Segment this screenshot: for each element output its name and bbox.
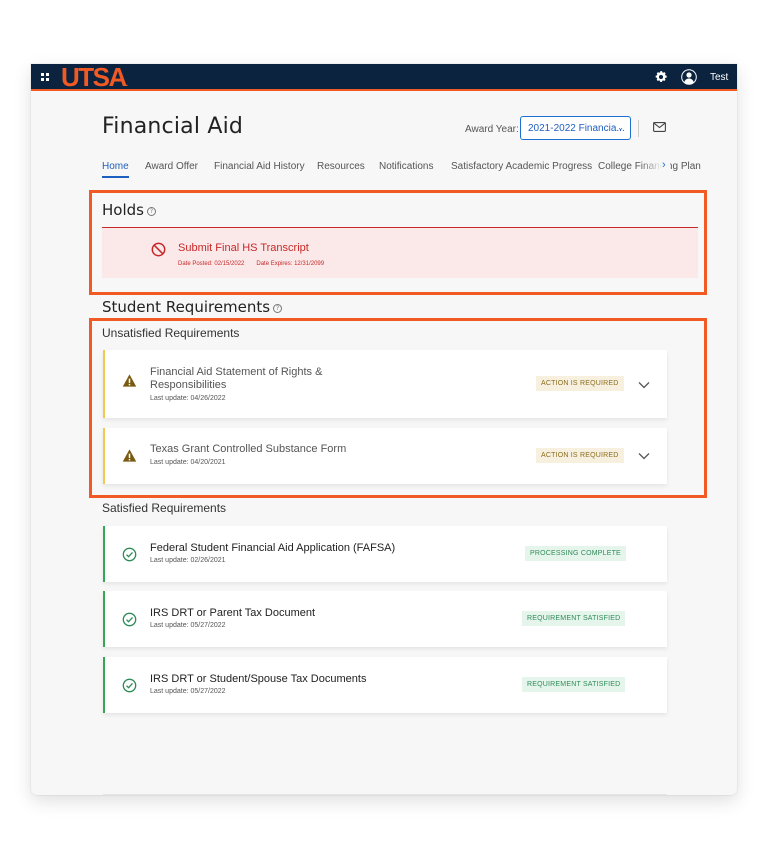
warning-icon xyxy=(122,374,137,387)
requirement-last-update: Last update: 05/27/2022 xyxy=(150,622,226,629)
holds-heading: Holds? xyxy=(102,201,156,219)
requirement-title-line: Financial Aid Statement of Rights & xyxy=(150,366,323,378)
requirement-title: Financial Aid Statement of Rights & Resp… xyxy=(150,366,322,392)
tab-satisfactory-academic-progress[interactable]: Satisfactory Academic Progress xyxy=(451,161,592,172)
requirement-title: Texas Grant Controlled Substance Form xyxy=(150,443,347,455)
requirement-title: IRS DRT or Parent Tax Document xyxy=(150,607,316,619)
user-name[interactable]: Test xyxy=(710,72,728,83)
header-divider xyxy=(638,120,639,137)
requirement-card[interactable]: Texas Grant Controlled Substance Form La… xyxy=(103,428,667,484)
requirement-card[interactable]: IRS DRT or Student/Spouse Tax Documents … xyxy=(103,657,667,713)
requirement-last-update: Last update: 02/26/2021 xyxy=(150,557,226,564)
requirement-title: Federal Student Financial Aid Applicatio… xyxy=(150,542,396,554)
top-navigation-bar: UTSA. Test xyxy=(31,64,737,91)
award-year-label: Award Year: xyxy=(465,124,519,135)
check-circle-icon xyxy=(122,547,137,562)
tab-bar: Home Award Offer Financial Aid History R… xyxy=(102,159,701,181)
tab-home[interactable]: Home xyxy=(102,161,129,178)
mail-icon[interactable] xyxy=(653,122,666,132)
status-badge: ACTION IS REQUIRED xyxy=(536,376,624,391)
prohibited-icon xyxy=(151,242,166,257)
status-badge: REQUIREMENT SATISFIED xyxy=(522,677,626,692)
requirement-title-line: Responsibilities xyxy=(150,379,227,391)
requirement-last-update: Last update: 04/20/2021 xyxy=(150,459,226,466)
check-circle-icon xyxy=(122,612,137,627)
tabs-scroll-right-button[interactable]: › xyxy=(662,159,666,171)
chevron-down-icon[interactable] xyxy=(638,381,650,389)
status-badge: REQUIREMENT SATISFIED xyxy=(522,611,626,626)
award-year-value: 2021-2022 Financia... xyxy=(528,123,625,134)
hold-date-posted: Date Posted: 02/15/2022 xyxy=(178,261,245,267)
status-badge: PROCESSING COMPLETE xyxy=(525,546,626,561)
user-avatar-icon[interactable] xyxy=(681,69,697,85)
hold-date-expires: Date Expires: 12/31/2099 xyxy=(256,261,325,267)
award-year-select[interactable]: 2021-2022 Financia... ⌄ xyxy=(520,116,631,140)
logo-text: UTSA xyxy=(61,64,127,92)
requirement-card[interactable]: Financial Aid Statement of Rights & Resp… xyxy=(103,350,667,418)
satisfied-requirements-heading: Satisfied Requirements xyxy=(102,501,227,515)
tab-notifications[interactable]: Notifications xyxy=(379,161,433,172)
tab-award-offer[interactable]: Award Offer xyxy=(145,161,198,172)
logo-mark: . xyxy=(125,79,129,88)
page-title: Financial Aid xyxy=(102,114,244,139)
warning-icon xyxy=(122,449,137,462)
utsa-logo[interactable]: UTSA. xyxy=(61,64,128,98)
chevron-down-icon: ⌄ xyxy=(617,123,624,132)
apps-grid-icon[interactable] xyxy=(41,73,49,81)
requirement-title: IRS DRT or Student/Spouse Tax Documents xyxy=(150,673,367,685)
requirement-card[interactable]: IRS DRT or Parent Tax Document Last upda… xyxy=(103,591,667,647)
requirement-last-update: Last update: 05/27/2022 xyxy=(150,688,226,695)
app-window: UTSA. Test Financial Aid Award Year: 202… xyxy=(31,64,737,795)
chevron-down-icon[interactable] xyxy=(638,452,650,460)
check-circle-icon xyxy=(122,678,137,693)
hold-item[interactable]: Submit Final HS Transcript Date Posted: … xyxy=(102,228,698,278)
footer-edge xyxy=(103,794,667,795)
tab-resources[interactable]: Resources xyxy=(317,161,365,172)
help-icon[interactable]: ? xyxy=(146,207,156,216)
hold-title: Submit Final HS Transcript xyxy=(178,242,309,254)
holds-title: Holds xyxy=(102,201,144,219)
requirement-card[interactable]: Federal Student Financial Aid Applicatio… xyxy=(103,526,667,582)
unsatisfied-requirements-heading: Unsatisfied Requirements xyxy=(102,326,240,340)
status-badge: ACTION IS REQUIRED xyxy=(536,448,624,463)
gear-icon[interactable] xyxy=(654,70,668,84)
student-requirements-title: Student Requirements xyxy=(102,298,271,316)
tab-financial-aid-history[interactable]: Financial Aid History xyxy=(214,161,305,172)
hold-dates: Date Posted: 02/15/2022 Date Expires: 12/… xyxy=(178,261,324,267)
student-requirements-heading: Student Requirements? xyxy=(102,298,283,316)
requirement-last-update: Last update: 04/26/2022 xyxy=(150,395,226,402)
help-icon[interactable]: ? xyxy=(273,304,283,313)
